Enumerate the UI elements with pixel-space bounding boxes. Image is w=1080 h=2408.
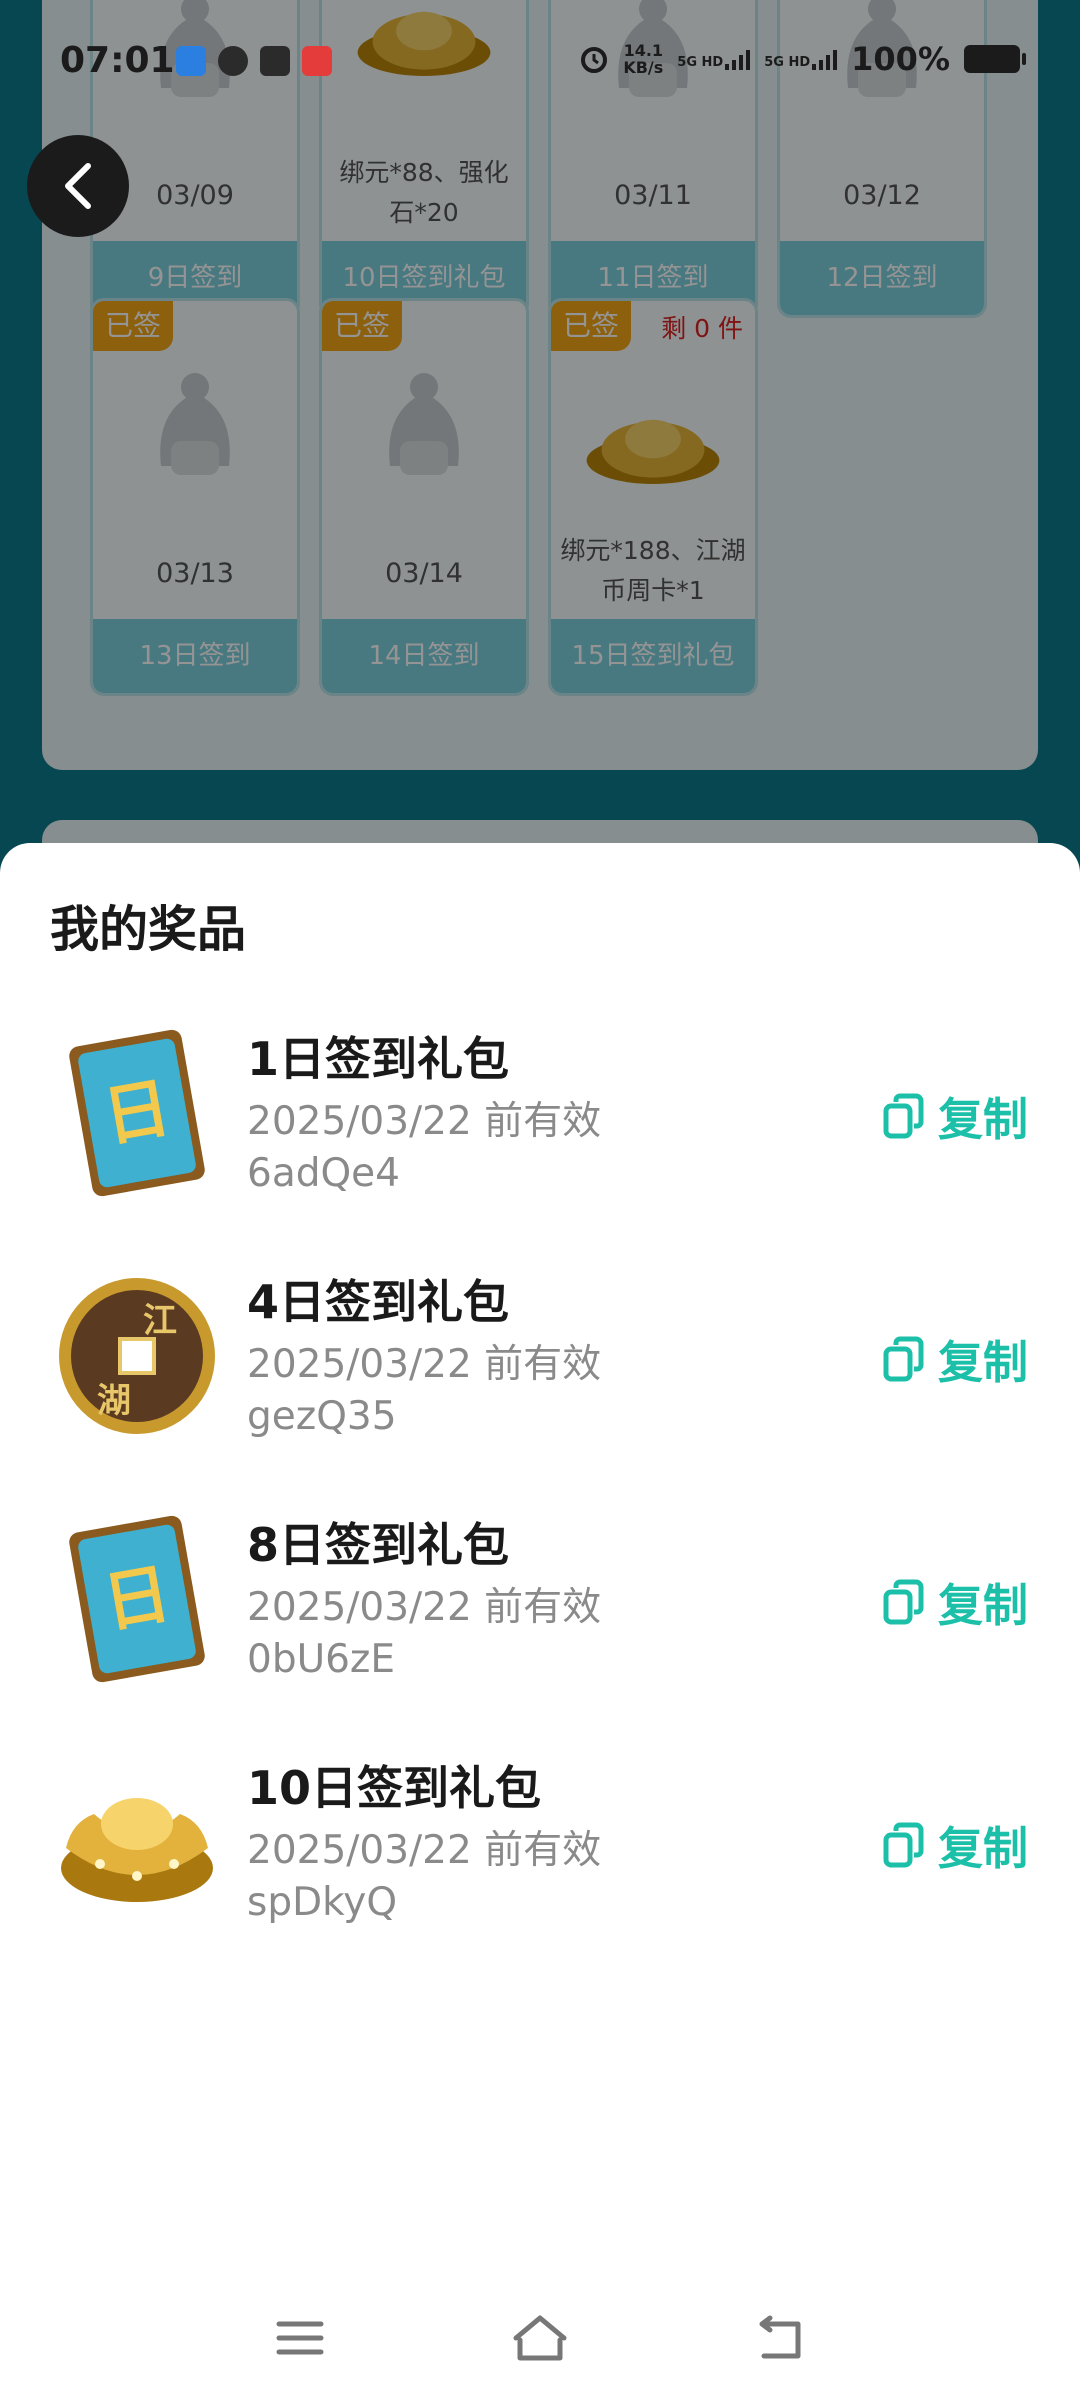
back-nav-icon — [759, 2315, 801, 2359]
coin-char-1: 江 — [143, 1301, 177, 1341]
menu-button[interactable] — [265, 2308, 335, 2368]
sun-card-icon: 日 — [69, 1515, 205, 1683]
prize-item: 江 湖 4日签到礼包 2025/03/22 前有效 gezQ35 复制 — [0, 1266, 1080, 1466]
prize-name: 10日签到礼包 — [247, 1761, 542, 1815]
jianghu-coin-icon: 江 湖 — [59, 1278, 215, 1434]
back-button[interactable] — [27, 135, 129, 237]
prize-code: spDkyQ — [247, 1880, 398, 1925]
home-icon — [513, 2315, 567, 2361]
notification-icons — [176, 46, 332, 76]
copy-label: 复制 — [937, 1579, 1028, 1632]
sheet-title: 我的奖品 — [50, 901, 247, 958]
signal-bars-icon — [725, 48, 751, 70]
copy-button[interactable]: 复制 — [882, 1812, 1028, 1877]
copy-icon — [883, 1822, 924, 1867]
my-prizes-sheet: 我的奖品 日 1日签到礼包 2025/03/22 前有效 6adQe4 复制 江… — [0, 843, 1080, 2408]
status-right: 14.1 KB/s 5G HD 5G HD 100% — [579, 40, 1026, 78]
signal-bars-icon — [812, 48, 838, 70]
prize-item: 日 1日签到礼包 2025/03/22 前有效 6adQe4 复制 — [0, 1023, 1080, 1223]
signal-sim2: 5G HD — [764, 48, 838, 70]
message-icon — [218, 46, 248, 76]
copy-icon — [883, 1336, 924, 1381]
map-icon — [302, 46, 332, 76]
copy-label: 复制 — [937, 1822, 1028, 1875]
prize-name: 8日签到礼包 — [247, 1518, 510, 1572]
copy-label: 复制 — [937, 1336, 1028, 1389]
prize-code: 0bU6zE — [247, 1637, 396, 1682]
app-notification-icon — [176, 46, 206, 76]
prize-item: 10日签到礼包 2025/03/22 前有效 spDkyQ 复制 — [0, 1752, 1080, 1952]
prize-expiry: 2025/03/22 前有效 — [247, 1099, 602, 1144]
coin-char-2: 湖 — [97, 1381, 131, 1421]
prize-expiry: 2025/03/22 前有效 — [247, 1342, 602, 1387]
sun-card-char: 日 — [98, 1069, 176, 1156]
copy-icon — [883, 1093, 924, 1138]
sun-card-char: 日 — [98, 1555, 176, 1642]
sim1-label: 5G HD — [677, 55, 724, 70]
net-speed-value: 14.1 — [623, 41, 664, 60]
prize-code: gezQ35 — [247, 1394, 397, 1439]
battery-icon — [964, 45, 1026, 73]
net-speed: 14.1 KB/s — [623, 42, 663, 76]
alarm-icon — [581, 47, 608, 73]
sim2-label: 5G HD — [764, 55, 811, 70]
copy-label: 复制 — [937, 1093, 1028, 1146]
video-icon — [260, 46, 290, 76]
system-nav-bar — [0, 2268, 1080, 2408]
copy-button[interactable]: 复制 — [882, 1326, 1028, 1391]
battery-percent: 100% — [851, 40, 950, 78]
prize-expiry: 2025/03/22 前有效 — [247, 1828, 602, 1873]
gold-ingot-icon — [61, 1798, 213, 1902]
home-button[interactable] — [505, 2308, 575, 2368]
net-speed-unit: KB/s — [623, 58, 664, 77]
prize-name: 4日签到礼包 — [247, 1275, 510, 1329]
copy-button[interactable]: 复制 — [882, 1083, 1028, 1148]
menu-icon — [276, 2321, 324, 2355]
prize-item: 日 8日签到礼包 2025/03/22 前有效 0bU6zE 复制 — [0, 1509, 1080, 1709]
chevron-left-icon — [65, 163, 91, 209]
status-bar: 07:01 14.1 KB/s 5G HD 5G HD 100% — [0, 0, 1080, 130]
prize-expiry: 2025/03/22 前有效 — [247, 1585, 602, 1630]
back-nav-button[interactable] — [745, 2308, 815, 2368]
prize-code: 6adQe4 — [247, 1151, 400, 1196]
copy-icon — [883, 1579, 924, 1624]
status-time: 07:01 — [60, 40, 175, 81]
prize-name: 1日签到礼包 — [247, 1032, 510, 1086]
signal-sim1: 5G HD — [677, 48, 751, 70]
sun-card-icon: 日 — [69, 1029, 205, 1197]
copy-button[interactable]: 复制 — [882, 1569, 1028, 1634]
